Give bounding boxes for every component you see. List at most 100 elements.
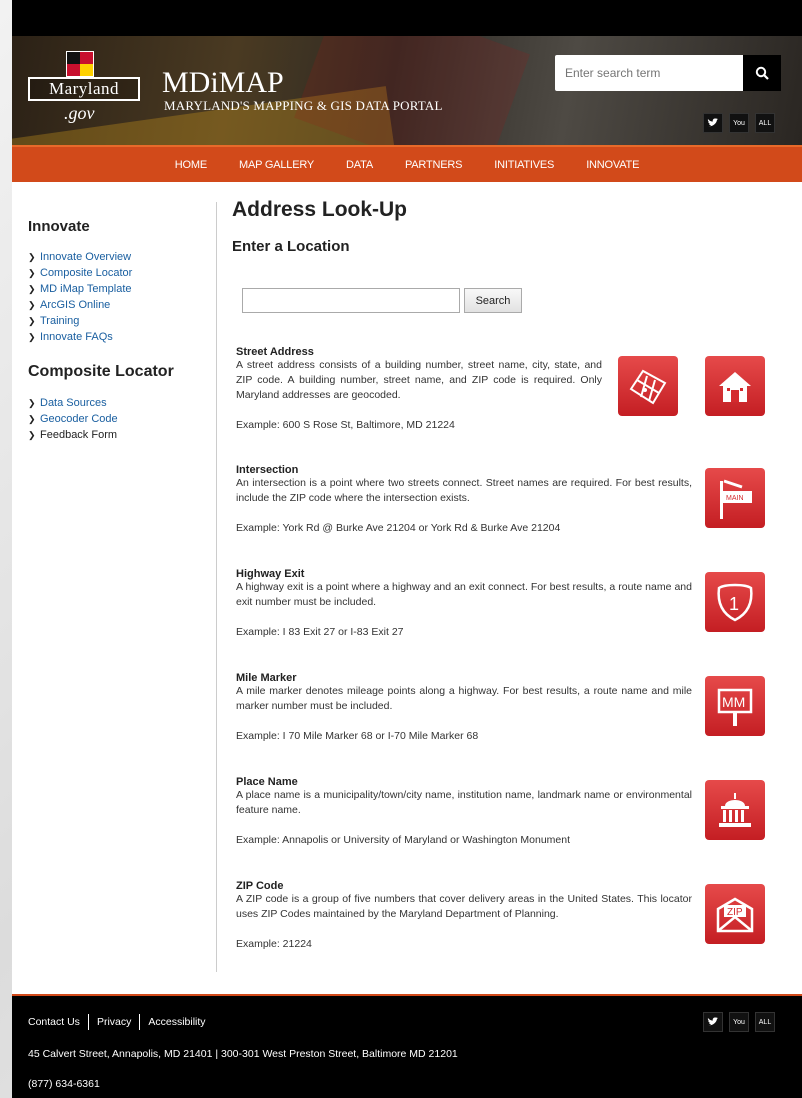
- street-sign-icon: MAIN: [705, 468, 765, 528]
- nav-map-gallery[interactable]: MAP GALLERY: [239, 159, 314, 171]
- location-search-button[interactable]: Search: [464, 288, 522, 313]
- chevron-right-icon: ❯: [28, 316, 36, 326]
- header-social-links: You ALL: [703, 113, 775, 133]
- section-example: Example: 600 S Rose St, Baltimore, MD 21…: [236, 419, 455, 431]
- section-description: A highway exit is a point where a highwa…: [236, 581, 692, 608]
- svg-text:1: 1: [729, 594, 739, 614]
- twitter-icon[interactable]: [703, 1012, 723, 1032]
- youtube-icon[interactable]: You: [729, 113, 749, 133]
- page: Maryland .gov MDiMAP MARYLAND'S MAPPING …: [12, 0, 802, 1098]
- sidebar-item-arcgis-online[interactable]: ❯ ArcGIS Online: [28, 297, 208, 313]
- sidebar-item-geocoder-code[interactable]: ❯ Geocoder Code: [28, 411, 208, 427]
- chevron-right-icon: ❯: [28, 252, 36, 262]
- chevron-right-icon: ❯: [28, 414, 36, 424]
- interstate-shield-icon: 1: [705, 572, 765, 632]
- all-social-icon[interactable]: ALL: [755, 1012, 775, 1032]
- site-footer: Contact Us Privacy Accessibility 45 Calv…: [12, 994, 802, 1098]
- chevron-right-icon: ❯: [28, 300, 36, 310]
- section-street-address: Street Address A street address consists…: [236, 346, 786, 431]
- location-search-input[interactable]: [242, 288, 460, 313]
- section-title: Place Name: [236, 776, 298, 788]
- footer-address: 45 Calvert Street, Annapolis, MD 21401 |…: [28, 1048, 458, 1060]
- sidebar-composite-list: ❯ Data Sources ❯ Geocoder Code ❯ Feedback F…: [28, 395, 208, 443]
- section-title: Mile Marker: [236, 672, 297, 684]
- sidebar-item-composite-locator[interactable]: ❯ Composite Locator: [28, 265, 208, 281]
- sidebar-item-md-imap-template[interactable]: ❯ MD iMap Template: [28, 281, 208, 297]
- page-subtitle: Enter a Location: [232, 238, 350, 255]
- section-description: A place name is a municipality/town/city…: [236, 789, 692, 816]
- sidebar-item-innovate-overview[interactable]: ❯ Innovate Overview: [28, 249, 208, 265]
- section-example: Example: York Rd @ Burke Ave 21204 or Yo…: [236, 522, 561, 534]
- chevron-right-icon: ❯: [28, 398, 36, 408]
- top-black-bar: [12, 0, 802, 36]
- nav-initiatives[interactable]: INITIATIVES: [494, 159, 554, 171]
- section-zip-code: ZIP Code A ZIP code is a group of five n…: [236, 880, 786, 950]
- sidebar-heading-innovate: Innovate: [28, 218, 90, 235]
- twitter-icon[interactable]: [703, 113, 723, 133]
- page-title: Address Look-Up: [232, 198, 408, 221]
- section-description: A mile marker denotes mileage points alo…: [236, 685, 692, 712]
- site-search-button[interactable]: [743, 55, 781, 91]
- sidebar-item-data-sources[interactable]: ❯ Data Sources: [28, 395, 208, 411]
- content-divider: [216, 202, 217, 972]
- svg-text:ZIP: ZIP: [727, 907, 743, 918]
- logo-gov-text: .gov: [64, 103, 95, 123]
- section-title: Highway Exit: [236, 568, 305, 580]
- site-search: [555, 55, 781, 91]
- sidebar-heading-composite-locator: Composite Locator: [28, 363, 174, 380]
- section-description: A street address consists of a building …: [236, 359, 602, 401]
- mile-marker-icon: MM: [705, 676, 765, 736]
- nav-data[interactable]: DATA: [346, 159, 373, 171]
- footer-link-accessibility[interactable]: Accessibility: [148, 1016, 205, 1028]
- section-example: Example: 21224: [236, 938, 312, 950]
- footer-phone: (877) 634-6361: [28, 1078, 100, 1090]
- chevron-right-icon: ❯: [28, 268, 36, 278]
- sidebar-item-feedback-form[interactable]: ❯ Feedback Form: [28, 427, 208, 443]
- section-description: An intersection is a point where two str…: [236, 477, 692, 504]
- footer-link-privacy[interactable]: Privacy: [97, 1016, 131, 1028]
- footer-separator: [139, 1014, 141, 1030]
- sidebar: Innovate ❯ Innovate Overview ❯ Composite L…: [28, 218, 208, 461]
- chevron-right-icon: ❯: [28, 430, 36, 440]
- section-mile-marker: Mile Marker A mile marker denotes mileag…: [236, 672, 786, 742]
- site-header: Maryland .gov MDiMAP MARYLAND'S MAPPING …: [12, 36, 802, 145]
- section-description: A ZIP code is a group of five numbers th…: [236, 893, 692, 920]
- content-area: Innovate ❯ Innovate Overview ❯ Composite L…: [12, 182, 802, 994]
- chevron-right-icon: ❯: [28, 284, 36, 294]
- section-place-name: Place Name A place name is a municipalit…: [236, 776, 786, 846]
- section-title: Street Address: [236, 346, 314, 358]
- youtube-icon[interactable]: You: [729, 1012, 749, 1032]
- all-social-icon[interactable]: ALL: [755, 113, 775, 133]
- capitol-building-icon: [705, 780, 765, 840]
- footer-separator: [87, 1014, 89, 1030]
- nav-home[interactable]: HOME: [175, 159, 207, 171]
- sidebar-item-innovate-faqs[interactable]: ❯ Innovate FAQs: [28, 329, 208, 345]
- chevron-right-icon: ❯: [28, 332, 36, 342]
- section-highway-exit: Highway Exit A highway exit is a point w…: [236, 568, 786, 638]
- section-title: Intersection: [236, 464, 299, 476]
- house-icon: [705, 356, 765, 416]
- section-example: Example: Annapolis or University of Mary…: [236, 834, 571, 846]
- section-example: Example: I 70 Mile Marker 68 or I-70 Mil…: [236, 730, 479, 742]
- search-icon: [755, 66, 769, 80]
- site-title[interactable]: MDiMAP: [162, 68, 284, 98]
- main-content: Address Look-Up Enter a Location Search …: [232, 198, 792, 950]
- maryland-gov-logo[interactable]: Maryland .gov: [28, 51, 140, 131]
- section-example: Example: I 83 Exit 27 or I-83 Exit 27: [236, 626, 404, 638]
- sidebar-innovate-list: ❯ Innovate Overview ❯ Composite Locator ❯ M…: [28, 249, 208, 345]
- nav-innovate[interactable]: INNOVATE: [586, 159, 639, 171]
- section-intersection: Intersection An intersection is a point …: [236, 464, 786, 534]
- footer-links: Contact Us Privacy Accessibility: [28, 1014, 206, 1030]
- footer-social-links: You ALL: [703, 1012, 775, 1032]
- section-title: ZIP Code: [236, 880, 284, 892]
- main-nav: HOME MAP GALLERY DATA PARTNERS INITIATIV…: [12, 145, 802, 182]
- map-parcel-icon: [618, 356, 678, 416]
- maryland-flag-icon: [66, 51, 94, 77]
- svg-text:MM: MM: [722, 694, 745, 710]
- sidebar-item-training[interactable]: ❯ Training: [28, 313, 208, 329]
- nav-partners[interactable]: PARTNERS: [405, 159, 462, 171]
- site-subtitle: MARYLAND'S MAPPING & GIS DATA PORTAL: [164, 98, 443, 113]
- site-search-input[interactable]: [555, 55, 743, 91]
- svg-text:MAIN: MAIN: [726, 495, 744, 502]
- footer-link-contact-us[interactable]: Contact Us: [28, 1016, 80, 1028]
